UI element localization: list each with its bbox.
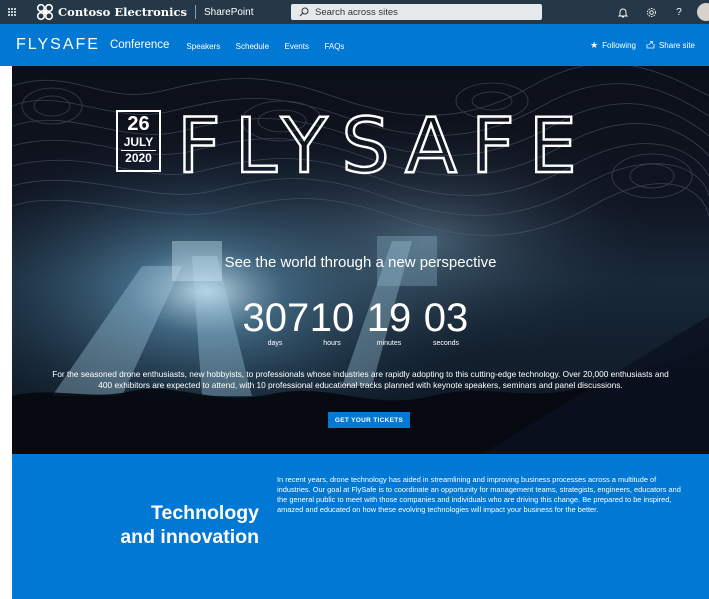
countdown-value: 03 (423, 296, 469, 340)
suitebar-divider (195, 5, 197, 19)
section-body: In recent years, drone technology has ai… (277, 475, 681, 514)
date-day: 26 (127, 113, 150, 135)
settings-icon[interactable] (639, 0, 663, 24)
share-icon (646, 40, 655, 51)
get-tickets-button[interactable]: GET YOUR TICKETS (328, 412, 410, 428)
nav-item-faqs[interactable]: FAQs (324, 42, 344, 51)
hero-banner: FLYSAFE 26 JULY 2020 See the world throu… (12, 66, 709, 454)
site-nav: Speakers Schedule Events FAQs (175, 36, 344, 54)
org-name: Contoso Electronics (58, 5, 188, 19)
countdown-value: 307 (242, 296, 310, 340)
section-heading: Technology and innovation (120, 501, 259, 549)
hero-title: FLYSAFE (177, 101, 591, 190)
nav-item-schedule[interactable]: Schedule (236, 42, 269, 51)
contoso-logo-icon (36, 3, 54, 21)
heading-line-1: Technology (151, 502, 259, 524)
countdown-value: 10 (309, 296, 355, 340)
search-icon (299, 7, 309, 17)
countdown-minutes: 19 minutes (357, 294, 422, 347)
star-icon: ★ (590, 39, 599, 50)
suite-bar: Contoso Electronics SharePoint Search ac… (0, 0, 709, 24)
waffle-icon[interactable] (0, 0, 24, 24)
hero-description: For the seasoned drone enthusiasts, new … (52, 369, 669, 390)
event-date-badge: 26 JULY 2020 (116, 110, 161, 172)
search-box[interactable]: Search across sites (291, 4, 542, 20)
date-year: 2020 (125, 151, 152, 165)
app-name[interactable]: SharePoint (204, 7, 253, 18)
help-icon[interactable]: ? (667, 0, 691, 24)
countdown-days: 307 days (242, 294, 310, 347)
countdown-value: 19 (366, 296, 412, 340)
search-placeholder: Search across sites (315, 6, 398, 18)
nav-item-speakers[interactable]: Speakers (186, 42, 220, 51)
heading-line-2: and innovation (120, 526, 259, 548)
following-button[interactable]: ★ Following (590, 40, 636, 51)
countdown-timer: 307 days 10 hours 19 minutes 03 seconds (12, 294, 709, 347)
countdown-seconds: 03 seconds (414, 294, 479, 347)
about-section: Technology and innovation In recent year… (12, 454, 709, 599)
countdown-hours: 10 hours (300, 294, 365, 347)
share-site-button[interactable]: Share site (646, 40, 695, 51)
nav-item-events[interactable]: Events (284, 42, 308, 51)
notifications-icon[interactable] (611, 0, 635, 24)
following-label: Following (602, 40, 636, 50)
share-label: Share site (658, 40, 695, 50)
date-month: JULY (121, 135, 156, 151)
avatar[interactable] (697, 3, 709, 21)
org-brand[interactable]: Contoso Electronics (36, 3, 187, 21)
site-logo[interactable]: FLYSAFE (16, 36, 100, 54)
site-header: FLYSAFE Conference Speakers Schedule Eve… (0, 24, 709, 66)
site-name[interactable]: Conference (110, 39, 169, 51)
hero-tagline: See the world through a new perspective (224, 254, 497, 271)
